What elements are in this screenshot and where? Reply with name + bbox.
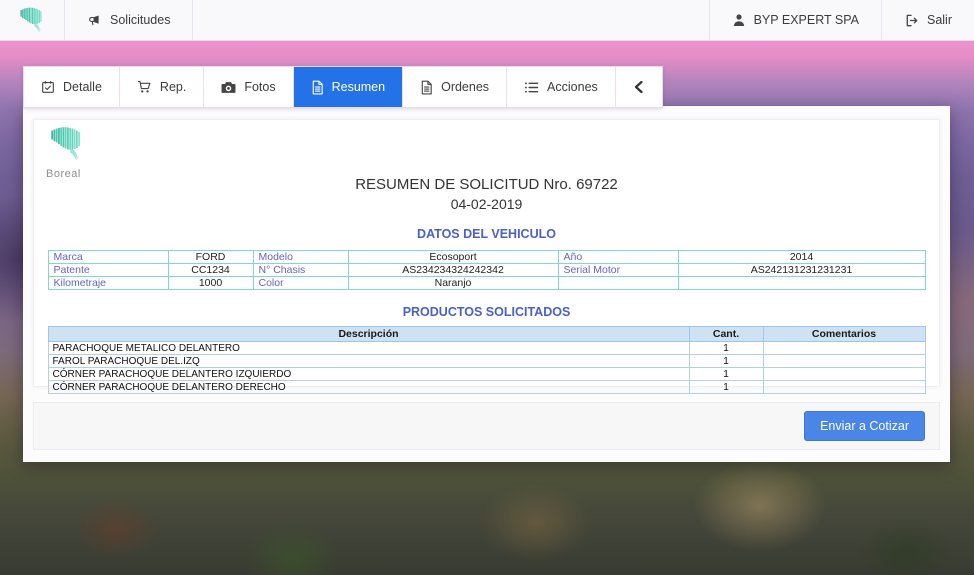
product-description-cell: CÓRNER PARACHOQUE DELANTERO DERECHO (48, 381, 689, 394)
tab-rep-label: Rep. (160, 80, 186, 94)
product-description-cell: CÓRNER PARACHOQUE DELANTERO IZQUIERDO (48, 368, 689, 381)
product-comment-cell (763, 381, 925, 394)
cart-icon (137, 80, 152, 94)
nav-solicitudes-label: Solicitudes (110, 13, 170, 27)
product-description-cell: PARACHOQUE METALICO DELANTERO (48, 342, 689, 355)
tab-resumen-label: Resumen (332, 80, 386, 94)
products-col-comentarios: Comentarios (763, 327, 925, 342)
nav-logout-label: Salir (927, 13, 952, 27)
product-qty-cell: 1 (689, 342, 763, 355)
product-qty-cell: 1 (689, 355, 763, 368)
vehicle-label-cell: Kilometraje (48, 277, 168, 290)
tab-resumen[interactable]: Resumen (294, 67, 404, 107)
product-qty-cell: 1 (689, 368, 763, 381)
camera-icon (221, 81, 236, 94)
vehicle-data-table: Marca FORD Modelo Ecosoport Año 2014 Pat… (48, 250, 926, 290)
document-brand: Boreal (46, 125, 116, 180)
nav-logout[interactable]: Salir (882, 0, 974, 40)
tab-detalle[interactable]: Detalle (24, 67, 120, 107)
submit-quote-button[interactable]: Enviar a Cotizar (804, 411, 925, 441)
nav-user-account[interactable]: BYP EXPERT SPA (710, 0, 881, 40)
product-row: PARACHOQUE METALICO DELANTERO 1 (48, 342, 925, 355)
application-window: Solicitudes BYP EXPERT SPA Sa (0, 0, 974, 575)
vehicle-row: Patente CC1234 N° Chasis AS2342343242423… (48, 264, 925, 277)
product-row: CÓRNER PARACHOQUE DELANTERO IZQUIERDO 1 (48, 368, 925, 381)
vehicle-label-cell: Color (253, 277, 348, 290)
aurora-logo-icon (46, 125, 88, 163)
products-col-cant: Cant. (689, 327, 763, 342)
vehicle-label-cell: Serial Motor (558, 264, 678, 277)
vehicle-value-cell: 2014 (678, 251, 925, 264)
vehicle-label-cell: Año (558, 251, 678, 264)
tab-acciones[interactable]: Acciones (507, 67, 616, 107)
tab-fotos-label: Fotos (244, 80, 275, 94)
summary-date: 04-02-2019 (34, 196, 939, 212)
summary-card: Boreal RESUMEN DE SOLICITUD Nro. 69722 0… (23, 106, 950, 462)
vehicle-label-cell: Marca (48, 251, 168, 264)
vehicle-value-cell: Ecosoport (348, 251, 558, 264)
tab-detalle-label: Detalle (63, 80, 102, 94)
vehicle-row: Marca FORD Modelo Ecosoport Año 2014 (48, 251, 925, 264)
vehicle-label-cell (558, 277, 678, 290)
products-col-descripcion: Descripción (48, 327, 689, 342)
document-icon (420, 80, 433, 95)
summary-title: RESUMEN DE SOLICITUD Nro. 69722 (34, 176, 939, 193)
product-row: FAROL PARACHOQUE DEL.IZQ 1 (48, 355, 925, 368)
brand-name-label: Boreal (46, 168, 116, 180)
tab-ordenes[interactable]: Ordenes (403, 67, 507, 107)
product-comment-cell (763, 368, 925, 381)
user-icon (732, 13, 746, 27)
aurora-logo-icon (18, 6, 46, 34)
vehicle-label-cell: N° Chasis (253, 264, 348, 277)
brand-logo[interactable] (0, 0, 64, 40)
tab-bar: Detalle Rep. Fotos (23, 66, 663, 108)
product-description-cell: FAROL PARACHOQUE DEL.IZQ (48, 355, 689, 368)
list-icon (524, 81, 539, 94)
document-icon (311, 80, 324, 95)
vehicle-row: Kilometraje 1000 Color Naranjo (48, 277, 925, 290)
document-panel: Boreal RESUMEN DE SOLICITUD Nro. 69722 0… (33, 119, 940, 387)
vehicle-value-cell: AS242131231231231 (678, 264, 925, 277)
tab-ordenes-label: Ordenes (441, 80, 489, 94)
tab-collapse-back[interactable] (616, 67, 662, 107)
tab-rep[interactable]: Rep. (120, 67, 204, 107)
nav-user-label: BYP EXPERT SPA (754, 13, 859, 27)
navbar-spacer (193, 0, 708, 40)
vehicle-label-cell: Modelo (253, 251, 348, 264)
vehicle-value-cell: Naranjo (348, 277, 558, 290)
products-section-heading: PRODUCTOS SOLICITADOS (34, 305, 939, 319)
product-comment-cell (763, 342, 925, 355)
product-comment-cell (763, 355, 925, 368)
products-table: Descripción Cant. Comentarios PARACHOQUE… (48, 326, 926, 394)
vehicle-section-heading: DATOS DEL VEHICULO (34, 227, 939, 241)
vehicle-value-cell: 1000 (168, 277, 253, 290)
vehicle-label-cell: Patente (48, 264, 168, 277)
vehicle-value-cell: FORD (168, 251, 253, 264)
tab-fotos[interactable]: Fotos (204, 67, 293, 107)
top-navbar: Solicitudes BYP EXPERT SPA Sa (0, 0, 974, 41)
logout-icon (904, 13, 919, 28)
footer-bar: Enviar a Cotizar (33, 402, 940, 450)
megaphone-icon (87, 13, 102, 28)
products-header-row: Descripción Cant. Comentarios (48, 327, 925, 342)
calendar-check-icon (41, 80, 55, 94)
vehicle-value-cell (678, 277, 925, 290)
tab-acciones-label: Acciones (547, 80, 598, 94)
chevron-left-icon (633, 80, 645, 94)
product-qty-cell: 1 (689, 381, 763, 394)
vehicle-value-cell: AS234234324242342 (348, 264, 558, 277)
vehicle-value-cell: CC1234 (168, 264, 253, 277)
nav-solicitudes[interactable]: Solicitudes (65, 0, 192, 40)
product-row: CÓRNER PARACHOQUE DELANTERO DERECHO 1 (48, 381, 925, 394)
